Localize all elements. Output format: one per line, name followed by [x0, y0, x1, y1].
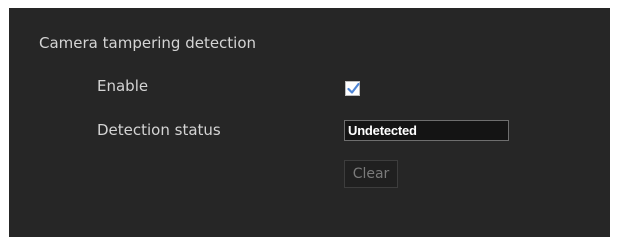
detection-status-field: Undetected	[344, 120, 509, 141]
enable-checkbox[interactable]	[345, 81, 360, 96]
section-title: Camera tampering detection	[39, 34, 257, 52]
detection-status-label: Detection status	[97, 121, 221, 139]
tampering-settings-panel: Camera tampering detection Enable Detect…	[9, 8, 610, 237]
clear-button[interactable]: Clear	[344, 160, 398, 188]
checkmark-icon	[347, 82, 360, 94]
enable-label: Enable	[97, 77, 149, 95]
